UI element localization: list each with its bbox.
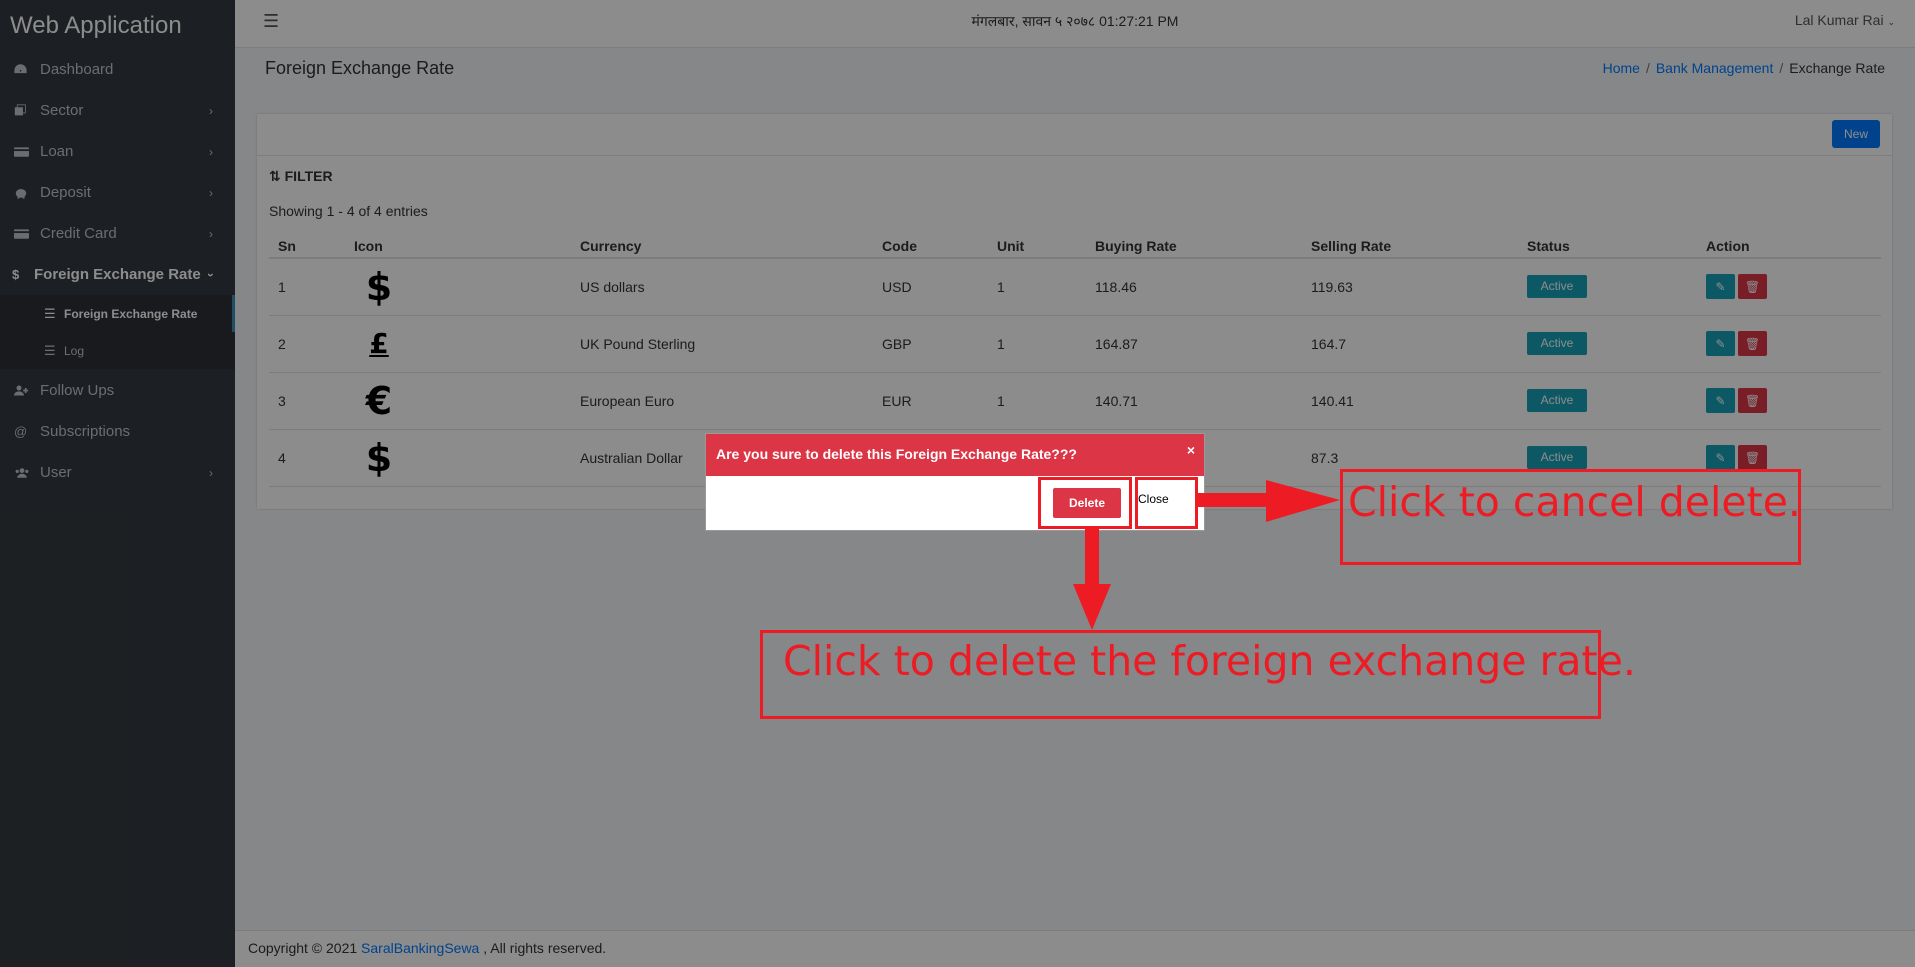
annotation-delete-text: Click to delete the foreign exchange rat…	[783, 637, 1636, 685]
modal-title: Are you sure to delete this Foreign Exch…	[716, 446, 1077, 462]
annotation-delete-highlight	[1038, 477, 1132, 529]
annotation-cancel-text: Click to cancel delete.	[1348, 478, 1801, 526]
close-icon[interactable]: ×	[1187, 442, 1195, 458]
annotation-close-highlight	[1135, 477, 1198, 529]
modal-header: Are you sure to delete this Foreign Exch…	[706, 434, 1204, 476]
